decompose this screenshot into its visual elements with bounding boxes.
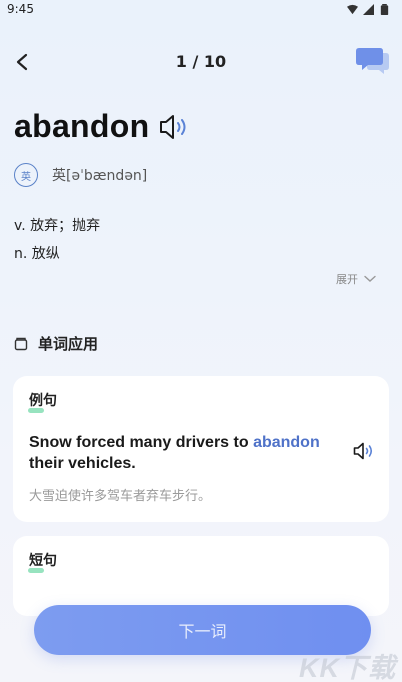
status-bar: 9:45 [0,0,402,22]
word-row: abandon [14,108,189,145]
phrase-card-label: 短句 [29,553,57,569]
watermark: KK下载 [299,653,396,682]
battery-icon [380,4,389,15]
phonetic-row[interactable]: 英 英[əˈbændən] [14,163,147,187]
signal-icon [363,4,374,15]
phonetic-text: 英[əˈbændən] [52,168,148,184]
chat-icon[interactable] [356,45,390,75]
example-speaker-icon[interactable] [353,442,375,460]
uk-pronunciation-badge[interactable]: 英 [14,163,38,187]
page-counter: 1 / 10 [175,52,227,71]
section-header: 单词应用 [14,333,98,354]
short-phrase-card: 短句 [13,536,389,616]
example-sentence: Snow forced many drivers to abandon thei… [29,432,349,474]
wifi-icon [347,4,358,15]
section-title: 单词应用 [38,335,99,353]
example-sentence-before: Snow forced many drivers to [29,434,254,451]
expand-label: 展开 [336,273,358,286]
headword: abandon [14,108,150,144]
chevron-down-icon [364,275,376,282]
example-translation: 大雪迫使许多驾车者弃车步行。 [29,489,212,504]
example-sentence-after: their vehicles. [29,455,136,472]
expand-button[interactable]: 展开 [336,271,376,287]
example-keyword: abandon [253,434,320,451]
definition-item: v. 放弃；抛弃 [14,218,101,234]
example-sentence-card: 例句 Snow forced many drivers to abandon t… [13,376,389,522]
definition-item: n. 放纵 [14,246,60,262]
example-card-label: 例句 [29,393,57,409]
back-arrow-icon[interactable] [12,50,34,74]
status-icons [347,4,390,15]
status-time: 9:45 [7,2,34,16]
book-icon [14,337,28,350]
top-nav: 1 / 10 [0,44,402,80]
speaker-icon[interactable] [159,114,189,140]
